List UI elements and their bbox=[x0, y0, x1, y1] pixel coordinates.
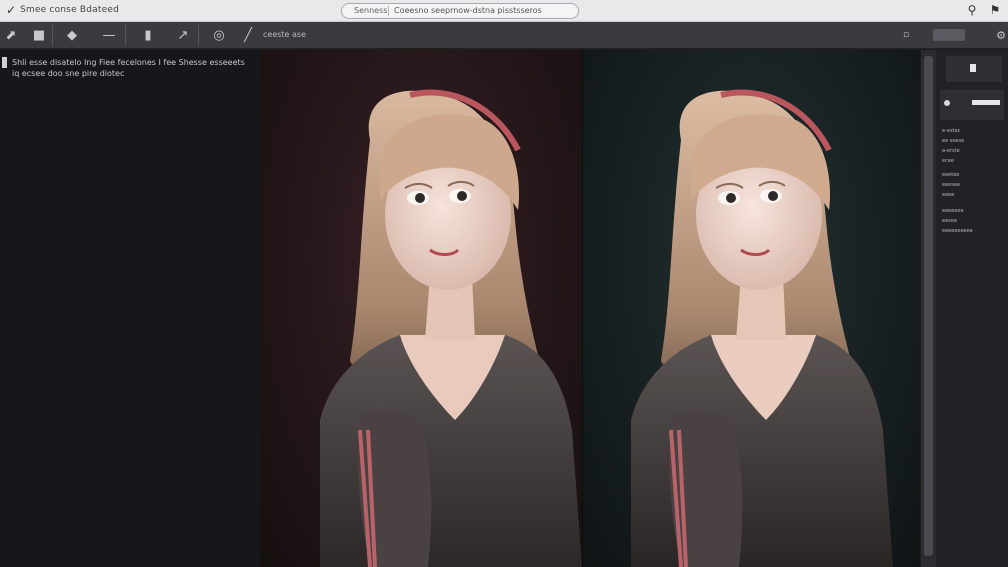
pen-tool-icon[interactable]: ▮ bbox=[137, 25, 159, 46]
eraser-tool-icon[interactable]: ◆ bbox=[61, 25, 83, 46]
preview-slot[interactable] bbox=[940, 90, 1004, 120]
line-tool-icon[interactable]: — bbox=[98, 25, 120, 46]
slash-tool-icon[interactable]: ╱ bbox=[237, 25, 259, 46]
info-line-2: iq ecsee doo sne pire diotec bbox=[12, 69, 125, 78]
prop-row[interactable]: eeetee bbox=[942, 172, 959, 178]
info-panel: Shli esse disatelo Ing Fiee fecelones I … bbox=[0, 50, 260, 567]
preview-swatch bbox=[972, 100, 1000, 105]
original-image-canvas[interactable] bbox=[260, 50, 582, 567]
lock-icon[interactable]: ▫ bbox=[895, 25, 917, 46]
toolbar: ⬈ ■ ◆ — ▮ ↗ ◎ ╱ ceeste ase ▫ ⚙ bbox=[0, 22, 1008, 49]
toolbar-divider bbox=[52, 25, 53, 46]
flag-icon[interactable]: ⚑ bbox=[988, 3, 1002, 17]
app-logo-icon: ✓ bbox=[5, 3, 17, 17]
address-separator bbox=[388, 6, 389, 16]
prop-row[interactable]: ee esese bbox=[942, 138, 964, 144]
toggle-dot-icon[interactable] bbox=[944, 100, 950, 106]
prop-row[interactable]: ecee bbox=[942, 158, 954, 164]
toolbar-divider bbox=[125, 25, 126, 46]
prop-row[interactable]: eeee bbox=[942, 192, 954, 198]
arrow-tool-icon[interactable]: ⬈ bbox=[0, 25, 22, 46]
info-line-1: Shli esse disatelo Ing Fiee fecelones I … bbox=[12, 58, 245, 67]
result-image-canvas[interactable] bbox=[583, 50, 920, 567]
color-swatch[interactable] bbox=[970, 64, 976, 72]
app-window: ✓ Smee conse Bdateed Senness Coeesno see… bbox=[0, 0, 1008, 567]
scrollbar-thumb[interactable] bbox=[924, 56, 933, 556]
window-title: Smee conse Bdateed bbox=[20, 5, 119, 15]
pick-tool-icon[interactable]: ↗ bbox=[172, 25, 194, 46]
address-bar[interactable]: Senness Coeesno seeprnow-dstna pisstsser… bbox=[341, 3, 579, 19]
address-url[interactable]: Coeesno seeprnow-dstna pisstsseros bbox=[394, 6, 574, 15]
prop-row[interactable]: eeesee bbox=[942, 182, 960, 188]
pin-icon[interactable]: ⚲ bbox=[965, 3, 979, 17]
square-tool-icon[interactable]: ■ bbox=[28, 25, 50, 46]
address-label: Senness bbox=[354, 6, 388, 15]
gear-icon[interactable]: ⚙ bbox=[990, 25, 1008, 46]
prop-row[interactable]: eeeeeeeeee bbox=[942, 228, 973, 234]
portrait-illustration bbox=[320, 89, 582, 567]
vertical-scrollbar[interactable] bbox=[920, 50, 936, 567]
prop-row[interactable]: a-erste bbox=[942, 148, 960, 154]
prop-row[interactable]: eesee bbox=[942, 218, 957, 224]
layout-toggle-button[interactable] bbox=[933, 29, 965, 41]
portrait-illustration bbox=[631, 89, 893, 567]
prop-row[interactable]: eeeeeee bbox=[942, 208, 964, 214]
info-marker bbox=[2, 57, 7, 68]
title-bar: ✓ Smee conse Bdateed Senness Coeesno see… bbox=[0, 0, 1008, 22]
toolbar-divider bbox=[198, 25, 199, 46]
zoom-readout: ceeste ase bbox=[263, 30, 307, 39]
prop-row[interactable]: e-estac bbox=[942, 128, 960, 134]
circle-tool-icon[interactable]: ◎ bbox=[208, 25, 230, 46]
properties-panel: e-estac ee esese a-erste ecee eeetee eee… bbox=[936, 50, 1008, 567]
